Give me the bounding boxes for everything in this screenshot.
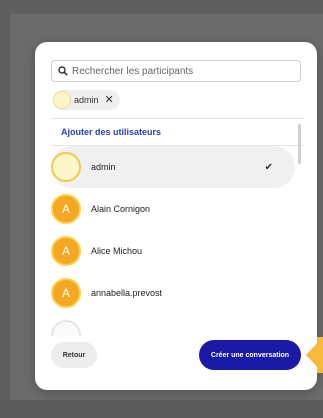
check-icon: ✔ [264,161,273,173]
selected-participant-chip: admin ✕ [53,90,120,110]
avatar: A [51,194,81,224]
user-row[interactable]: A Alain Cornigon [51,188,305,230]
user-name: Alain Cornigon [91,204,151,214]
create-conversation-button[interactable]: Créer une conversation [199,340,301,370]
scrollbar[interactable] [298,124,301,164]
chip-label: admin [74,95,99,105]
avatar [51,152,81,182]
user-row[interactable]: A annabella.prevost [51,272,305,314]
avatar [51,320,81,336]
back-button[interactable]: Retour [51,342,97,368]
avatar: A [51,236,81,266]
user-list[interactable]: Ajouter des utilisateurs admin ✔ A Alain… [51,118,305,336]
user-name: Alice Michou [91,246,143,256]
participant-search[interactable] [51,60,301,82]
search-icon [58,66,68,76]
add-users-link[interactable]: Ajouter des utilisateurs [51,118,305,146]
user-name: admin [91,162,116,172]
user-row-admin[interactable]: admin ✔ [51,146,295,188]
background-strip [0,400,323,418]
tooltip-edge [317,337,323,373]
search-input[interactable] [72,65,300,77]
user-name: annabella.prevost [91,288,163,298]
close-icon[interactable]: ✕ [105,94,114,106]
avatar [53,91,71,109]
new-conversation-dialog: admin ✕ Ajouter des utilisateurs admin ✔… [35,42,317,390]
avatar: A [51,278,81,308]
user-row[interactable]: A Alice Michou [51,230,305,272]
